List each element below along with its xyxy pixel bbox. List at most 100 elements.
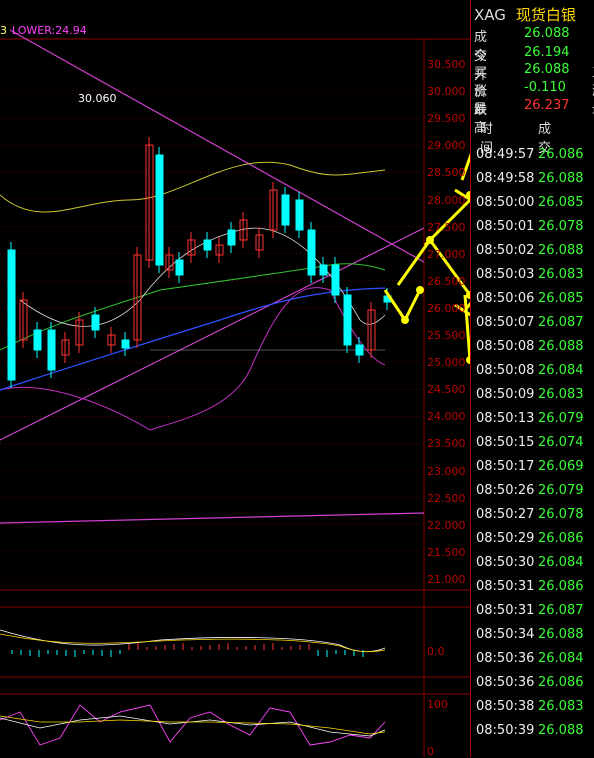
bollinger-upper (0, 161, 386, 213)
tick-price: 26.086 (538, 147, 584, 162)
tick-time: 08:50:29 (476, 531, 535, 546)
price-axis-label: 30.000 (427, 85, 466, 99)
price-axis-label: 23.000 (427, 464, 466, 478)
price-axis-label: 29.500 (427, 112, 466, 126)
candlestick-chart[interactable]: 3 LOWER:24.94 30.060 30.500 30.000 29.500 2… (0, 0, 470, 758)
tick-time: 08:50:36 (476, 675, 535, 690)
peak-label: 30.060 (78, 92, 117, 105)
tick-price: 26.083 (538, 267, 584, 282)
annotation-arrow (403, 289, 422, 321)
price-axis-label: 22.500 (427, 491, 466, 505)
quote-panel: XAG现货白银 成交26.088今开26.194目买价26.088三涨跌-0.1… (470, 0, 594, 757)
price-axis-label: 25.500 (427, 329, 466, 342)
symbol-title: XAG 现货白银 (474, 4, 576, 25)
tick-time: 08:50:13 (476, 411, 535, 426)
price-axis-label: 26.500 (427, 274, 466, 288)
quote-value: 26.237 (524, 98, 570, 113)
candle (281, 194, 290, 226)
tick-time: 08:50:27 (476, 507, 535, 522)
candle (319, 264, 328, 276)
tick-price: 26.083 (538, 699, 584, 714)
tick-time: 08:50:31 (476, 603, 535, 618)
tick-price: 26.079 (538, 411, 584, 426)
candle (331, 264, 340, 296)
price-axis-label: 30.500 (427, 58, 466, 71)
candle (343, 294, 352, 346)
candle (155, 154, 164, 266)
annotation-arrowhead (416, 286, 424, 294)
candle (91, 314, 100, 331)
legend-prefix: 3 (0, 24, 7, 37)
price-axis-label: 27.500 (427, 220, 466, 234)
tick-price: 26.084 (538, 555, 584, 570)
tick-time: 08:50:03 (476, 267, 535, 282)
tick-price: 26.084 (538, 651, 584, 666)
candle (47, 329, 56, 371)
price-axis-label: 24.000 (427, 410, 466, 424)
chart-canvas (0, 29, 470, 757)
price-axis-label: 28.500 (427, 166, 466, 180)
tick-price: 26.078 (538, 219, 584, 234)
quote-value: -0.110 (524, 80, 566, 95)
candle (307, 229, 316, 276)
legend-lower: LOWER:24.94 (12, 24, 87, 37)
candle (227, 229, 236, 246)
candle (7, 249, 16, 381)
tick-price: 26.085 (538, 291, 584, 306)
tick-time: 08:50:07 (476, 315, 535, 330)
tick-price: 26.074 (538, 435, 584, 450)
tick-time: 08:50:17 (476, 459, 535, 474)
tick-time: 08:50:06 (476, 291, 535, 306)
price-axis-label: 25.000 (427, 356, 466, 370)
tick-price: 26.078 (538, 507, 584, 522)
price-axis-label: 27.000 (427, 247, 466, 261)
tick-price: 26.086 (538, 531, 584, 546)
tick-time: 08:50:15 (476, 435, 535, 450)
tick-time: 08:50:00 (476, 195, 535, 210)
tick-time: 08:50:08 (476, 339, 535, 354)
tick-time: 08:50:34 (476, 627, 535, 642)
tick-price: 26.079 (538, 483, 584, 498)
price-axis-label: 26.000 (427, 301, 466, 315)
kdj-axis-label: 100 (427, 698, 448, 711)
symbol-code: XAG (474, 6, 506, 24)
price-axis-label: 28.000 (427, 193, 466, 207)
price-axis-label: 21.000 (427, 572, 466, 586)
bollinger-lower (0, 287, 386, 431)
tick-price: 26.085 (538, 195, 584, 210)
annotation-arrow (396, 239, 432, 286)
tick-time: 08:50:01 (476, 219, 535, 234)
candle (121, 339, 130, 349)
annotation-arrow (383, 289, 407, 321)
tick-time: 08:50:30 (476, 555, 535, 570)
tick-price: 26.088 (538, 627, 584, 642)
price-axis-label: 22.000 (427, 518, 466, 532)
tick-price: 26.069 (538, 459, 584, 474)
kdj-j (0, 704, 386, 746)
tick-time: 08:50:26 (476, 483, 535, 498)
tick-time: 08:50:36 (476, 651, 535, 666)
annotation-arrow (460, 152, 470, 181)
kdj-k (0, 715, 386, 737)
candle (295, 199, 304, 231)
tick-time: 08:49:58 (476, 171, 535, 186)
trend-line-up (0, 227, 425, 441)
tick-price: 26.086 (538, 579, 584, 594)
tick-time: 08:50:31 (476, 579, 535, 594)
tick-time: 08:50:39 (476, 723, 535, 738)
quote-value: 26.088 (524, 26, 570, 41)
tick-time: 08:49:57 (476, 147, 535, 162)
candle (33, 329, 42, 351)
tick-time: 08:50:08 (476, 363, 535, 378)
tick-price: 26.088 (538, 723, 584, 738)
price-axis-label: 29.000 (427, 139, 466, 153)
tick-price: 26.088 (538, 339, 584, 354)
ma-blue (0, 287, 386, 391)
candle (203, 239, 212, 251)
candle (355, 344, 364, 356)
trend-line-support (0, 512, 425, 524)
tick-price: 26.086 (538, 675, 584, 690)
macd-axis-label: 0.0 (427, 645, 445, 658)
tick-time: 08:50:38 (476, 699, 535, 714)
tick-price: 26.087 (538, 603, 584, 618)
